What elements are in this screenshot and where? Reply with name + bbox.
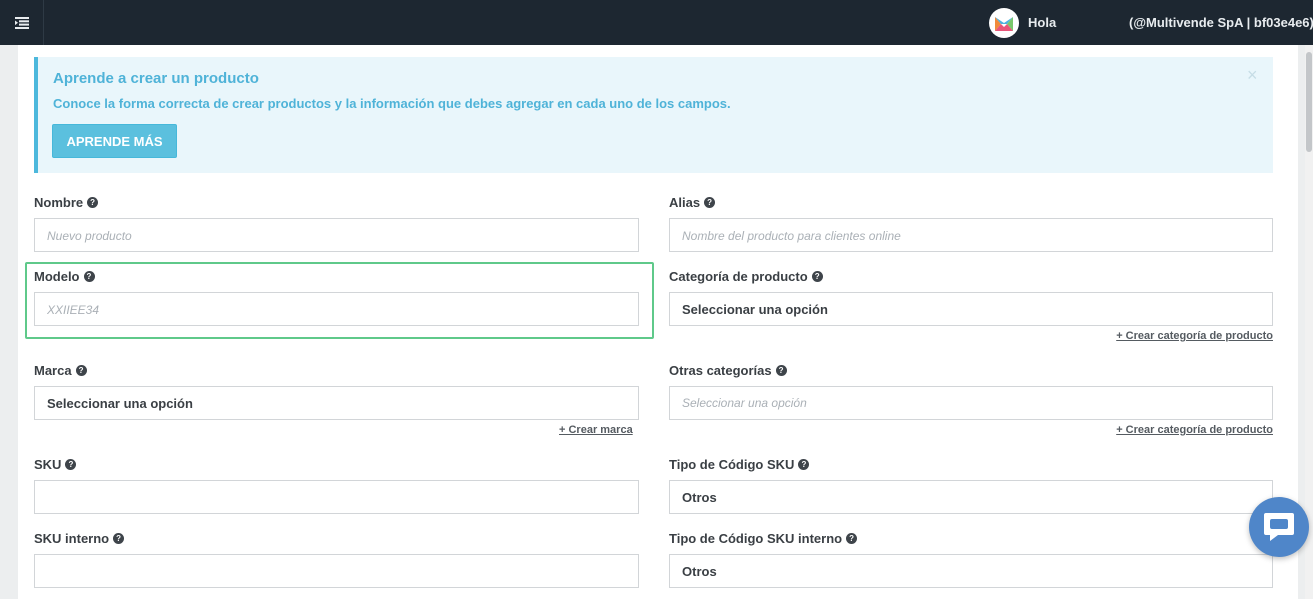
menu-toggle-button[interactable]: [0, 0, 44, 45]
help-icon[interactable]: ?: [113, 533, 125, 544]
chat-widget-button[interactable]: [1249, 497, 1309, 557]
notice-text: Conoce la forma correcta de crear produc…: [53, 96, 731, 111]
notice-title: Aprende a crear un producto: [53, 70, 259, 87]
tipo-sku-label-text: Tipo de Código SKU: [669, 457, 795, 472]
categoria-select[interactable]: Seleccionar una opción: [669, 292, 1273, 326]
menu-toggle-icon: [14, 16, 29, 29]
categoria-label-text: Categoría de producto: [669, 269, 808, 284]
account-dropdown[interactable]: (@Multivende SpA | bf03e4e6)⌄: [1129, 15, 1313, 30]
help-icon[interactable]: ?: [83, 271, 95, 282]
otras-categorias-select[interactable]: Seleccionar una opción: [669, 386, 1273, 420]
marca-select[interactable]: Seleccionar una opción: [34, 386, 639, 420]
marca-label-text: Marca: [34, 363, 72, 378]
help-icon[interactable]: ?: [775, 365, 787, 376]
help-icon[interactable]: ?: [798, 459, 810, 470]
tipo-sku-interno-select[interactable]: Otros: [669, 554, 1273, 588]
help-icon[interactable]: ?: [87, 197, 99, 208]
crear-marca-link[interactable]: + Crear marca: [559, 424, 633, 436]
greeting-text: Hola: [1028, 15, 1057, 30]
otras-categorias-label: Otras categorías?: [669, 363, 787, 378]
close-icon[interactable]: ×: [1247, 65, 1258, 85]
alias-label: Alias?: [669, 195, 716, 210]
help-icon[interactable]: ?: [704, 197, 716, 208]
alias-input[interactable]: [669, 218, 1273, 252]
help-icon[interactable]: ?: [65, 459, 77, 470]
tipo-sku-label: Tipo de Código SKU?: [669, 457, 810, 472]
help-icon[interactable]: ?: [811, 271, 823, 282]
categoria-label: Categoría de producto?: [669, 269, 823, 284]
modelo-label: Modelo?: [34, 269, 95, 284]
modelo-label-text: Modelo: [34, 269, 80, 284]
crear-otra-categoria-link[interactable]: + Crear categoría de producto: [1116, 424, 1273, 436]
help-icon[interactable]: ?: [75, 365, 87, 376]
avatar[interactable]: [989, 8, 1019, 38]
sku-interno-label-text: SKU interno: [34, 531, 110, 546]
multivende-logo-icon: [995, 17, 1013, 31]
account-label: (@Multivende SpA | bf03e4e6): [1129, 15, 1313, 30]
help-icon[interactable]: ?: [846, 533, 858, 544]
learn-more-button[interactable]: APRENDE MÁS: [52, 124, 177, 158]
nombre-label-text: Nombre: [34, 195, 84, 210]
alias-label-text: Alias: [669, 195, 701, 210]
tipo-sku-interno-label: Tipo de Código SKU interno?: [669, 531, 858, 546]
sku-label-text: SKU: [34, 457, 62, 472]
scrollbar-thumb[interactable]: [1306, 52, 1312, 152]
top-navbar: Hola (@Multivende SpA | bf03e4e6)⌄: [0, 0, 1313, 45]
modelo-input[interactable]: [34, 292, 639, 326]
sku-input[interactable]: [34, 480, 639, 514]
otras-categorias-label-text: Otras categorías: [669, 363, 772, 378]
nombre-label: Nombre?: [34, 195, 99, 210]
tipo-sku-interno-label-text: Tipo de Código SKU interno: [669, 531, 843, 546]
chat-bubble-icon: [1264, 513, 1294, 541]
sku-label: SKU?: [34, 457, 77, 472]
sku-interno-label: SKU interno?: [34, 531, 125, 546]
marca-label: Marca?: [34, 363, 87, 378]
sku-interno-input[interactable]: [34, 554, 639, 588]
crear-categoria-link[interactable]: + Crear categoría de producto: [1116, 330, 1273, 342]
nombre-input[interactable]: [34, 218, 639, 252]
info-notice: Aprende a crear un producto Conoce la fo…: [34, 57, 1273, 173]
tipo-sku-select[interactable]: Otros: [669, 480, 1273, 514]
